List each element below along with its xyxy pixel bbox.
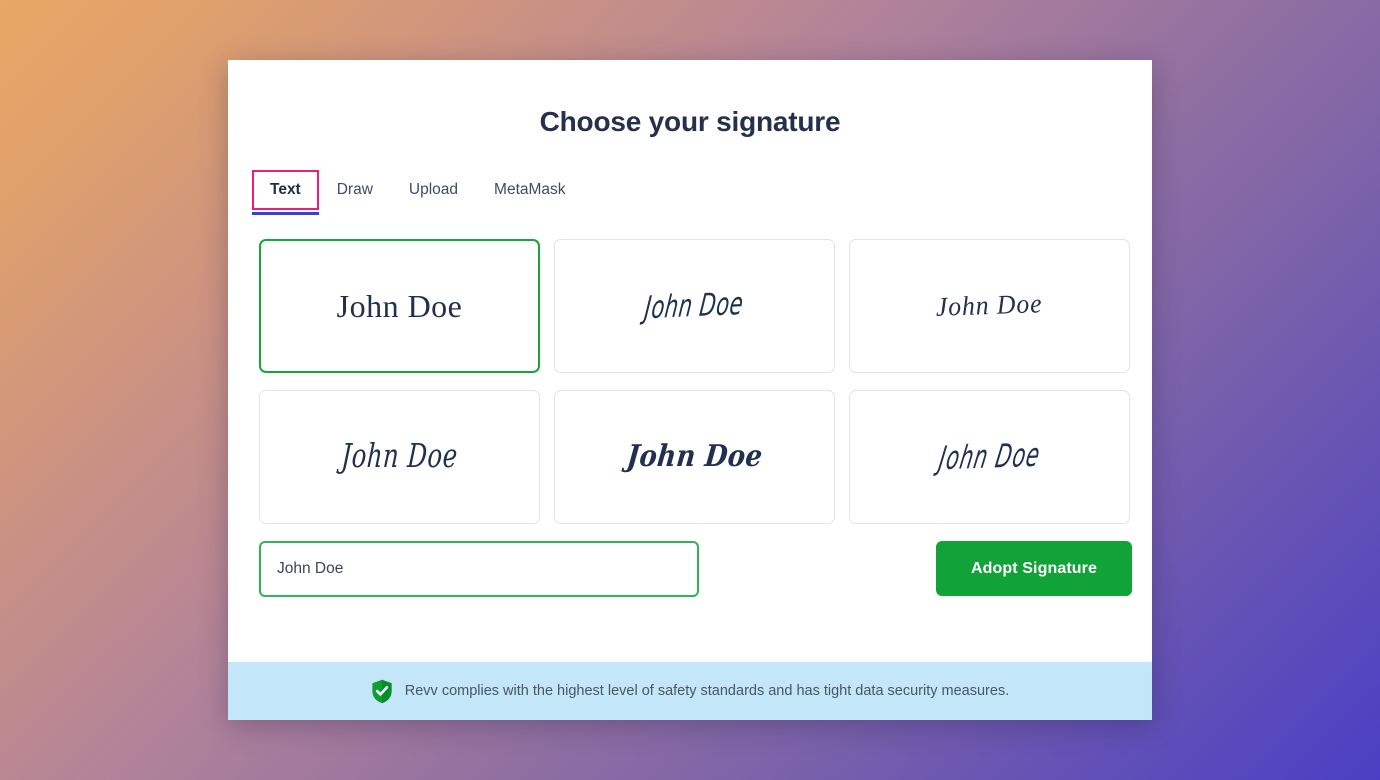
signature-preview-text: John Doe — [935, 436, 1044, 478]
tab-upload-label: Upload — [408, 180, 459, 198]
signature-option-6[interactable]: John Doe — [849, 389, 1130, 524]
signature-modal: Choose your signature Text Draw Upload M… — [228, 60, 1152, 720]
tab-text[interactable]: Text — [252, 169, 319, 215]
tab-text-label: Text — [270, 180, 301, 198]
signature-options-grid: John Doe John Doe John Doe John Doe John… — [228, 238, 1152, 524]
signature-option-5[interactable]: John Doe — [554, 389, 835, 524]
signature-mode-tabs: Text Draw Upload MetaMask — [228, 169, 1152, 215]
signature-preview-text: John Doe — [935, 288, 1044, 322]
signature-option-1[interactable]: John Doe — [259, 238, 540, 373]
signature-preview-text: John Doe — [643, 285, 746, 326]
signature-preview-text: John Doe — [624, 439, 765, 474]
tab-metamask[interactable]: MetaMask — [476, 170, 584, 210]
tab-metamask-label: MetaMask — [494, 180, 566, 198]
signature-option-4[interactable]: John Doe — [259, 389, 540, 524]
shield-check-icon — [371, 679, 393, 704]
modal-body: Choose your signature Text Draw Upload M… — [228, 60, 1152, 662]
tab-draw-label: Draw — [336, 180, 373, 198]
signature-preview-text: John Doe — [336, 287, 463, 324]
signature-actions-row: Adopt Signature — [228, 540, 1152, 597]
signature-option-2[interactable]: John Doe — [554, 238, 835, 373]
signature-name-input[interactable] — [259, 540, 699, 597]
signature-preview-text: John Doe — [340, 437, 459, 476]
adopt-signature-button[interactable]: Adopt Signature — [936, 541, 1132, 597]
page-title: Choose your signature — [539, 106, 841, 137]
security-footer: Revv complies with the highest level of … — [228, 662, 1152, 720]
tab-upload[interactable]: Upload — [391, 170, 476, 210]
tab-draw[interactable]: Draw — [319, 170, 391, 210]
signature-option-3[interactable]: John Doe — [849, 238, 1130, 373]
security-footer-text: Revv complies with the highest level of … — [404, 683, 1010, 699]
